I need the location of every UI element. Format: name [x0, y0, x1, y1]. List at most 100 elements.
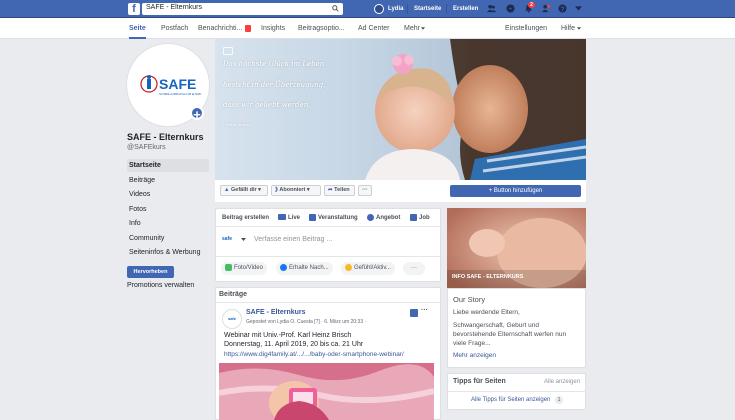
photo-icon: [225, 263, 232, 271]
search-icon[interactable]: [332, 5, 339, 12]
edit-post-icon[interactable]: [410, 309, 418, 317]
post-text-line-2: Donnerstag, 11. April 2019, 20 bis ca. 2…: [224, 341, 364, 348]
tab-insights[interactable]: Insights: [261, 18, 285, 39]
cover-quote-author: (Victor Hugo): [223, 122, 251, 127]
messenger-icon[interactable]: [506, 4, 515, 13]
cover-quote-line-3: dass wir geliebt werden.: [223, 101, 311, 109]
tab-notifications[interactable]: Benachrichti...: [198, 18, 242, 39]
offer-icon: [367, 214, 374, 221]
our-story-title: Our Story: [453, 295, 486, 304]
chevron-down-icon: [421, 27, 425, 30]
tab-more[interactable]: Mehr: [404, 18, 420, 39]
page-roles-icon[interactable]: [542, 4, 551, 13]
story-text-line-1: Liebe werdende Eltern,: [453, 309, 520, 316]
chevron-down-icon[interactable]: [241, 238, 246, 241]
add-profile-photo-button[interactable]: +: [190, 106, 204, 121]
feeling-activity-label: Gefühl/Aktiv...: [354, 265, 391, 271]
calendar-icon: [309, 214, 316, 221]
logo-text: SAFE: [159, 76, 196, 92]
divider: [216, 226, 440, 227]
tab-help[interactable]: Hilfe: [561, 18, 575, 39]
like-button[interactable]: ▲ Gefällt dir ▾: [220, 185, 268, 196]
photo-video-label: Foto/Video: [234, 265, 263, 271]
composer-tab-create-post[interactable]: Beitrag erstellen: [222, 213, 269, 223]
composer-input[interactable]: Verfasse einen Beitrag ...: [254, 236, 332, 243]
profile-link[interactable]: Lydia: [388, 0, 403, 18]
left-nav-page-transparency[interactable]: Seiteninfos & Werbung: [127, 246, 209, 259]
divider: [215, 302, 441, 303]
cover-quote-line-1: Das höchste Glück im Leben: [223, 60, 325, 68]
left-nav-videos[interactable]: Videos: [127, 188, 209, 201]
svg-text:?: ?: [561, 6, 565, 13]
post-author-name[interactable]: SAFE - Elternkurs: [246, 309, 306, 316]
user-avatar[interactable]: [374, 4, 384, 14]
notification-badge: 2: [528, 2, 535, 8]
create-link[interactable]: Erstellen: [453, 0, 478, 18]
cover-photo[interactable]: Das höchste Glück im Leben besteht in de…: [215, 39, 586, 180]
story-text-line-4: viele Frage...: [453, 340, 491, 347]
tab-ad-center[interactable]: Ad Center: [358, 18, 390, 39]
camera-icon[interactable]: [223, 47, 233, 55]
get-messages-button[interactable]: Erhalte Nach...: [276, 262, 333, 275]
photo-video-button[interactable]: Foto/Video: [221, 262, 267, 275]
tab-settings[interactable]: Einstellungen: [505, 18, 547, 39]
search-input-value: SAFE - Elternkurs: [146, 4, 203, 11]
page-title: SAFE - Elternkurs: [127, 132, 204, 142]
composer-tab-event[interactable]: Veranstaltung: [318, 213, 358, 223]
facebook-logo-icon[interactable]: f: [128, 3, 140, 15]
help-icon[interactable]: ?: [558, 4, 567, 13]
friend-requests-icon[interactable]: [487, 4, 496, 13]
cover-quote-line-2: besteht in der Überzeugung,: [223, 81, 326, 89]
messenger-icon: [280, 263, 287, 271]
post-text-line-1: Webinar mit Univ.-Prof. Karl Heinz Brisc…: [224, 332, 352, 339]
left-nav-photos[interactable]: Fotos: [127, 203, 209, 216]
story-text-line-2: Schwangerschaft, Geburt und: [453, 322, 539, 329]
story-show-more-link[interactable]: Mehr anzeigen: [453, 352, 496, 359]
divider: [407, 4, 408, 14]
logo-subtext: SICHERE AUSBILDUNG FÜR ELTERN: [159, 93, 201, 96]
tab-page[interactable]: Seite: [129, 18, 146, 39]
manage-promotions-link[interactable]: Promotions verwalten: [127, 282, 194, 289]
composer-tab-offer[interactable]: Angebot: [376, 213, 400, 223]
chevron-down-icon[interactable]: [575, 6, 582, 11]
home-link[interactable]: Startseite: [414, 0, 441, 18]
left-nav-home[interactable]: Startseite: [127, 159, 209, 172]
post-image[interactable]: [219, 363, 434, 420]
page-avatar-small[interactable]: safe: [222, 236, 232, 242]
left-nav-posts[interactable]: Beiträge: [127, 174, 209, 187]
page-tips-see-all[interactable]: Alle anzeigen: [544, 379, 580, 385]
post-options-button[interactable]: ···: [421, 307, 428, 314]
post-author-avatar[interactable]: safe: [222, 309, 242, 329]
all-page-tips-link[interactable]: Alle Tipps für Seiten anzeigen: [471, 397, 550, 403]
feeling-activity-button[interactable]: Gefühl/Aktiv...: [341, 262, 395, 275]
left-nav-community[interactable]: Community: [127, 232, 209, 245]
tab-publishing-tools[interactable]: Beitragsoptio...: [298, 18, 345, 39]
divider: [447, 391, 586, 392]
share-label: Teilen: [334, 187, 350, 193]
chevron-down-icon: [577, 27, 581, 30]
divider: [446, 4, 447, 14]
page-username[interactable]: @SAFEkurs: [127, 144, 166, 151]
follow-button[interactable]: ⟫ Abonniert ▾: [271, 185, 321, 196]
notification-count-badge: [245, 25, 251, 32]
tab-inbox[interactable]: Postfach: [161, 18, 188, 39]
info-photo[interactable]: INFO SAFE - ELTERNKURS: [447, 208, 586, 288]
add-button-cta[interactable]: + Button hinzufügen: [450, 185, 581, 197]
promote-button[interactable]: Hervorheben: [127, 266, 174, 278]
rss-icon: ⟫: [275, 187, 279, 193]
tips-count-badge: 1: [555, 396, 563, 404]
job-icon: [410, 214, 417, 221]
search-input[interactable]: SAFE - Elternkurs: [142, 3, 343, 15]
composer-tab-job[interactable]: Job: [419, 213, 430, 223]
post-meta: Gepostet von Lydia O. Cuesta [?] · 6. Mä…: [246, 319, 367, 325]
story-text-line-3: bevorstehende Elternschaft werfen nun: [453, 331, 567, 338]
composer-tab-live[interactable]: Live: [288, 213, 300, 223]
divider: [216, 256, 440, 257]
share-button[interactable]: ➦ Teilen: [324, 185, 355, 196]
more-options-button[interactable]: ···: [358, 185, 372, 196]
post-link[interactable]: https://www.dig4family.at/.../.../baby-o…: [224, 351, 404, 358]
left-nav-info[interactable]: Info: [127, 217, 209, 230]
share-icon: ➦: [328, 187, 333, 193]
composer-more-button[interactable]: ···: [403, 262, 425, 275]
post-image-graphic: [219, 363, 434, 420]
